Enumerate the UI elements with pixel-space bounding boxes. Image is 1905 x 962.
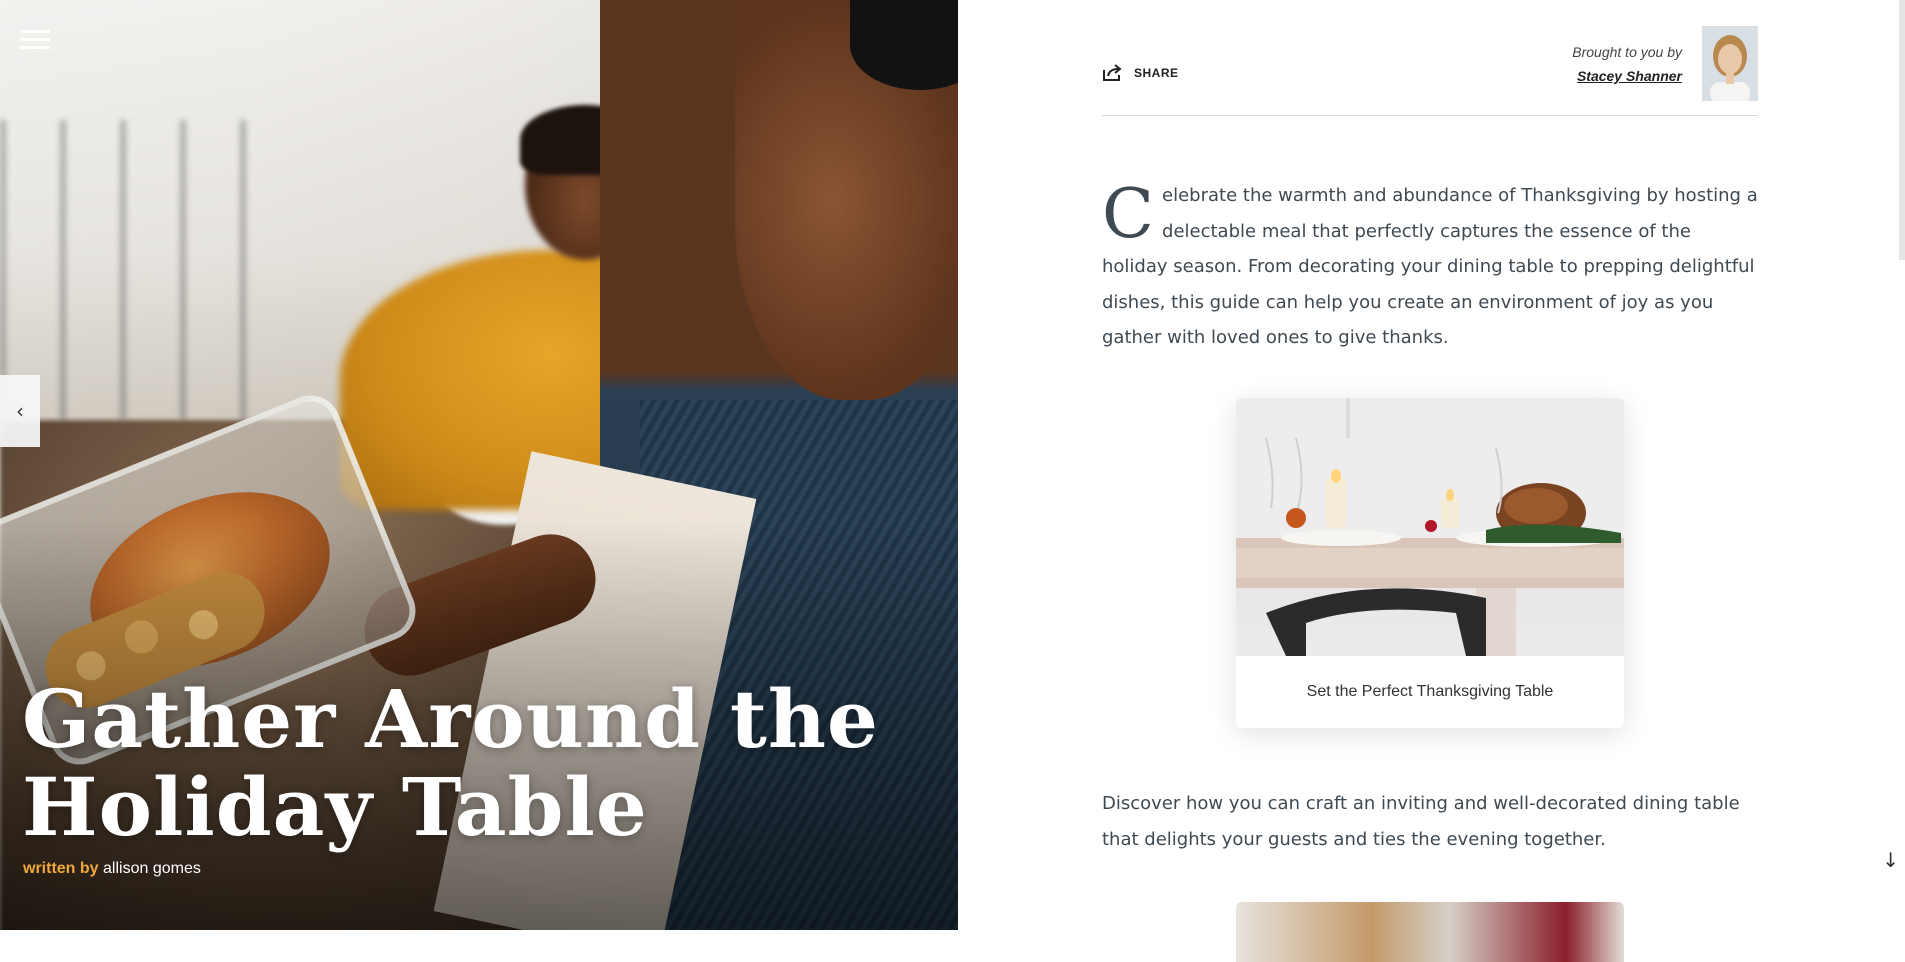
card-caption: Set the Perfect Thanksgiving Table <box>1306 683 1554 700</box>
sponsor-prefix: Brought to you by <box>1572 44 1682 60</box>
byline: written by allison gomes <box>23 860 201 878</box>
hamburger-menu-icon[interactable] <box>20 28 50 52</box>
share-icon <box>1103 64 1122 81</box>
byline-author[interactable]: allison gomes <box>103 860 201 877</box>
scrollbar[interactable] <box>1899 0 1905 260</box>
sponsor-name-link[interactable]: Stacey Shanner <box>1572 68 1682 84</box>
title-line-1: Gather Around the <box>22 672 879 766</box>
feature-card-next[interactable] <box>1236 902 1624 962</box>
article-header: SHARE Brought to you by Stacey Shanner <box>1102 26 1758 116</box>
byline-prefix: written by <box>23 860 99 877</box>
scroll-down-icon[interactable]: ↓ <box>1882 848 1899 872</box>
hero-image: Gather Around the Holiday Table written … <box>0 0 958 930</box>
intro-paragraph: Celebrate the warmth and abundance of Th… <box>1102 178 1758 356</box>
page-title: Gather Around the Holiday Table <box>22 675 902 851</box>
intro-text: elebrate the warmth and abundance of Tha… <box>1102 185 1758 348</box>
share-label: SHARE <box>1134 66 1179 80</box>
card-image <box>1236 398 1624 656</box>
sponsor-avatar[interactable] <box>1702 26 1758 101</box>
body-paragraph: Discover how you can craft an inviting a… <box>1102 793 1740 850</box>
avatar-photo <box>1702 26 1758 101</box>
share-button[interactable]: SHARE <box>1102 64 1179 82</box>
sponsor-credit: Brought to you by Stacey Shanner <box>1572 44 1682 84</box>
article-panel: SHARE Brought to you by Stacey Shanner C… <box>958 0 1905 962</box>
previous-arrow-icon[interactable]: ‹ <box>0 375 40 447</box>
feature-card-table[interactable]: Set the Perfect Thanksgiving Table <box>1236 398 1624 728</box>
title-line-2: Holiday Table <box>22 760 648 854</box>
drop-cap: C <box>1102 175 1155 254</box>
